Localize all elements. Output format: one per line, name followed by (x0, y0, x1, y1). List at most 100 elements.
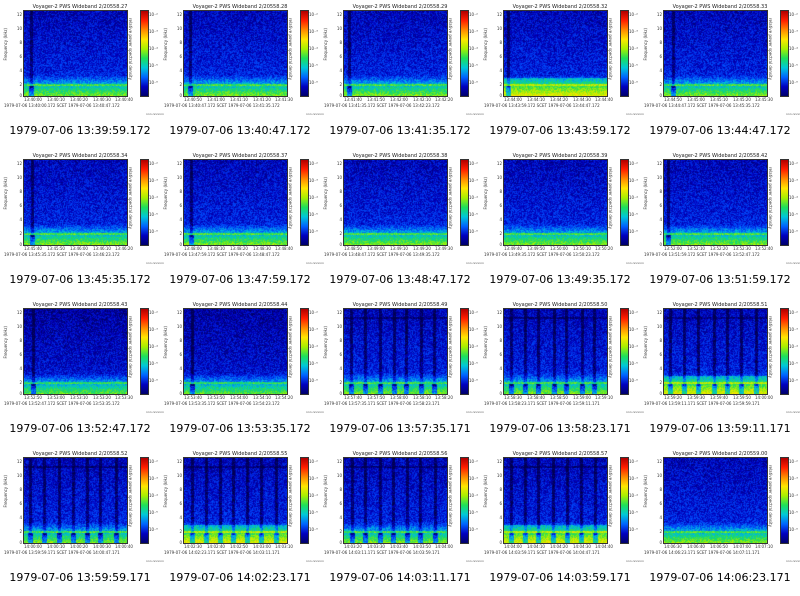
y-tick-label: 0 (179, 242, 182, 247)
colorbar-tick-label: 10⁻⁵ (149, 361, 158, 366)
spectrogram-image (183, 159, 288, 246)
x-tick-label: 13:54:20 (275, 395, 293, 400)
x-tick-label: 13:42:20 (435, 97, 453, 102)
colorbar-tick-label: 10⁻³ (309, 327, 318, 332)
spectrogram-canvas (344, 458, 447, 543)
spectrogram-canvas (184, 11, 287, 96)
x-tick-label: 14:07:10 (755, 544, 773, 549)
y-tick-label: 6 (499, 352, 502, 357)
y-tick-label: 2 (339, 82, 342, 87)
scet-range: 1979-07-06 13:57:35.171 SCET 1979-07-06 … (324, 401, 440, 406)
x-tick-label: 14:02:40 (207, 544, 225, 549)
spectrogram-canvas (344, 160, 447, 245)
y-tick-label: 8 (19, 338, 22, 343)
y-tick-label: 4 (19, 217, 22, 222)
x-tick-label: 13:44:20 (550, 97, 568, 102)
x-tick-label: 13:46:20 (115, 246, 133, 251)
y-tick-label: 0 (499, 391, 502, 396)
plot-thumbnail[interactable]: Voyager-2 PWS Wideband 2/20558.50 Frequen… (480, 298, 644, 447)
spectrogram-canvas (504, 309, 607, 394)
scet-range: 1979-07-06 13:48:47.172 SCET 1979-07-06 … (324, 252, 440, 257)
x-tick-label: 13:59:50 (733, 395, 751, 400)
colorbar-label: relative power spectral density (288, 465, 293, 527)
y-axis-label: Frequency (kHz) (323, 177, 328, 210)
spectrogram-image (343, 159, 448, 246)
x-tick-label: 13:54:00 (230, 395, 248, 400)
plot-thumbnail[interactable]: Voyager-2 PWS Wideband 2/20558.52 Frequen… (0, 447, 164, 596)
plot-thumbnail[interactable]: Voyager-2 PWS Wideband 2/20558.28 Frequen… (160, 0, 324, 149)
plot-thumbnail[interactable]: Voyager-2 PWS Wideband 2/20558.34 Frequen… (0, 149, 164, 298)
colorbar-tick-label: 10⁻⁵ (149, 212, 158, 217)
colorbar-tick-label: 10⁻⁴ (789, 195, 798, 200)
y-tick-label: 0 (19, 242, 22, 247)
plot-thumbnail[interactable]: Voyager-2 PWS Wideband 2/20558.29 Frequen… (320, 0, 484, 149)
plot-thumbnail[interactable]: Voyager-2 PWS Wideband 2/20558.43 Frequen… (0, 298, 164, 447)
colorbar-tick-label: 10⁻² (629, 12, 638, 17)
y-tick-label: 12 (496, 459, 502, 464)
plot-thumbnail[interactable]: Voyager-2 PWS Wideband 2/20558.39 Frequen… (480, 149, 644, 298)
colorbar-tick-label: 10⁻² (789, 12, 798, 17)
x-tick-label: 13:44:50 (664, 97, 682, 102)
scet-range: 1979-07-06 14:03:59.171 SCET 1979-07-06 … (484, 550, 600, 555)
plot-thumbnail[interactable]: Voyager-2 PWS Wideband 2/20558.51 Frequen… (640, 298, 800, 447)
x-tick-label: 14:00:00 (24, 544, 42, 549)
colorbar-tick-label: 10⁻⁵ (309, 63, 318, 68)
scet-range: 1979-07-06 13:45:35.172 SCET 1979-07-06 … (4, 252, 120, 257)
x-tick-label: 13:41:40 (344, 97, 362, 102)
plot-thumbnail[interactable]: Voyager-2 PWS Wideband 2/20558.37 Frequen… (160, 149, 324, 298)
colorbar-tick-label: 10⁻⁶ (309, 378, 318, 383)
plot-thumbnail[interactable]: Voyager-2 PWS Wideband 2/20559.00 Frequen… (640, 447, 800, 596)
plot-thumbnail[interactable]: Voyager-2 PWS Wideband 2/20558.42 Frequen… (640, 149, 800, 298)
y-tick-label: 10 (656, 473, 662, 478)
colorbar (620, 457, 629, 544)
y-tick-label: 10 (656, 175, 662, 180)
plot-caption: 1979-07-06 14:06:23.171 (649, 571, 791, 584)
plot-thumbnail[interactable]: Voyager-2 PWS Wideband 2/20558.38 Frequen… (320, 149, 484, 298)
y-tick-label: 4 (499, 515, 502, 520)
colorbar-tick-label: 10⁻³ (309, 476, 318, 481)
plot-thumbnail[interactable]: Voyager-2 PWS Wideband 2/20558.33 Frequen… (640, 0, 800, 149)
y-tick-label: 12 (176, 12, 182, 17)
y-tick-label: 2 (339, 380, 342, 385)
colorbar-label: relative power spectral density (448, 465, 453, 527)
plot-thumbnail[interactable]: Voyager-2 PWS Wideband 2/20558.44 Frequen… (160, 298, 324, 447)
x-tick-label: 14:04:30 (573, 544, 591, 549)
colorbar (300, 308, 309, 395)
colorbar-tick-label: 10⁻² (309, 459, 318, 464)
y-tick-label: 8 (179, 338, 182, 343)
x-tick-label: 13:45:50 (47, 246, 65, 251)
plot-thumbnail[interactable]: Voyager-2 PWS Wideband 2/20558.55 Frequen… (160, 447, 324, 596)
spectrogram-image (343, 10, 448, 97)
x-tick-label: 13:53:30 (115, 395, 133, 400)
colorbar-tick-label: 10⁻² (629, 310, 638, 315)
y-tick-label: 2 (179, 231, 182, 236)
y-tick-label: 6 (339, 203, 342, 208)
plot-thumbnail[interactable]: Voyager-2 PWS Wideband 2/20558.49 Frequen… (320, 298, 484, 447)
colorbar-tick-label: 10⁻³ (309, 178, 318, 183)
colorbar-tick-label: 10⁻⁵ (789, 63, 798, 68)
colorbar-tick-label: 10⁻⁴ (309, 46, 318, 51)
colorbar-tick-label: 10⁻⁵ (309, 212, 318, 217)
colorbar-tick-label: 10⁻⁵ (629, 212, 638, 217)
scet-range: 1979-07-06 14:06:23.171 SCET 1979-07-06 … (644, 550, 760, 555)
y-tick-label: 2 (659, 380, 662, 385)
y-tick-label: 10 (496, 324, 502, 329)
y-tick-label: 12 (336, 12, 342, 17)
plot-thumbnail[interactable]: Voyager-2 PWS Wideband 2/20558.27 Frequen… (0, 0, 164, 149)
y-axis-label: Frequency (kHz) (163, 326, 168, 359)
plot-caption: 1979-07-06 13:53:35.172 (169, 422, 311, 435)
scet-range: 1979-07-06 13:47:59.172 SCET 1979-07-06 … (164, 252, 280, 257)
spectrogram-image (23, 10, 128, 97)
scet-range: 1979-07-06 13:53:35.172 SCET 1979-07-06 … (164, 401, 280, 406)
colorbar (780, 308, 789, 395)
scet-range: 1979-07-06 14:02:23.171 SCET 1979-07-06 … (164, 550, 280, 555)
y-tick-label: 4 (339, 366, 342, 371)
plot-thumbnail[interactable]: Voyager-2 PWS Wideband 2/20558.57 Frequen… (480, 447, 644, 596)
y-tick-label: 12 (336, 459, 342, 464)
plot-thumbnail[interactable]: Voyager-2 PWS Wideband 2/20558.56 Frequen… (320, 447, 484, 596)
x-tick-label: 13:50:10 (573, 246, 591, 251)
y-tick-label: 12 (496, 310, 502, 315)
plot-thumbnail[interactable]: Voyager-2 PWS Wideband 2/20558.32 Frequen… (480, 0, 644, 149)
spectrogram-canvas (504, 11, 607, 96)
y-tick-label: 0 (179, 391, 182, 396)
